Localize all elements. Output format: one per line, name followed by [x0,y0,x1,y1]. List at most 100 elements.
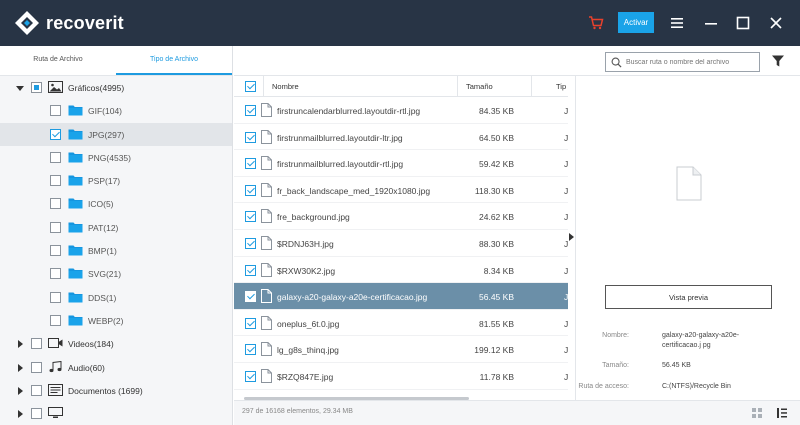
file-name: oneplus_6t.0.jpg [277,318,340,329]
file-icon [261,103,272,117]
filter-icon[interactable] [771,54,785,68]
table-row[interactable]: oneplus_6t.0.jpg 81.55 KB J [234,310,568,337]
tree-item[interactable]: PNG(4535) [0,146,232,169]
tree-item-checkbox[interactable] [31,361,42,373]
tree-item-label: WEBP(2) [88,315,124,326]
tree-item-checkbox[interactable] [50,128,61,140]
select-all-checkbox[interactable] [245,81,256,92]
tree-item[interactable]: WEBP(2) [0,309,232,332]
tree-item[interactable]: PAT(12) [0,216,232,239]
search-box[interactable] [605,52,760,72]
tree-item[interactable]: BMP(1) [0,239,232,262]
collapse-arrow-icon[interactable] [569,233,574,241]
table-row[interactable]: $RXW30K2.jpg 8.34 KB J [234,257,568,284]
row-checkbox[interactable] [245,105,256,116]
tree-item-checkbox[interactable] [50,198,61,210]
grid-view-icon[interactable] [751,407,763,419]
tree-item-checkbox[interactable] [50,245,61,257]
tree-item-checkbox[interactable] [50,314,61,326]
maximize-icon[interactable] [735,15,751,31]
meta-path-value: C:(NTFS)/Recycle Bin [662,383,731,390]
file-name: fr_back_landscape_med_1920x1080.jpg [277,185,431,196]
table-row[interactable]: galaxy-a20-galaxy-a20e-certificacao.jpg 5… [234,283,568,310]
tree-item[interactable]: SVG(21) [0,262,232,285]
row-checkbox[interactable] [245,158,256,170]
tree-item-checkbox[interactable] [50,291,61,303]
table-row[interactable]: firstruncalendarblurred.layoutdir-rtl.jp… [234,97,568,124]
preview-button[interactable]: Vista previa [605,285,772,309]
expand-arrow-icon[interactable] [16,410,24,419]
file-list-rows: firstruncalendarblurred.layoutdir-rtl.jp… [234,97,568,390]
file-size: 24.62 KB [479,212,514,223]
row-checkbox[interactable] [245,317,256,329]
close-icon[interactable] [768,15,784,31]
file-name: $RZQ847E.jpg [277,371,334,382]
tree-item[interactable]: JPG(297) [0,122,232,146]
sidebar-tabs: Ruta de Archivo Tipo de Archivo [0,46,232,76]
file-size: 88.30 KB [479,238,514,249]
list-view-icon[interactable] [776,407,788,419]
tree-item[interactable]: DDS(1) [0,286,232,309]
tree-item[interactable]: Videos(184) [0,332,232,355]
tree-item[interactable]: Documentos (1699) [0,379,232,402]
tree-item-label: Gráficos(4995) [68,83,125,93]
meta-name-label: Nombre: [602,332,629,339]
table-row[interactable]: $RZQ847E.jpg 11.78 KB J [234,363,568,390]
tree-item[interactable] [0,402,232,425]
row-checkbox[interactable] [245,237,256,249]
cart-icon[interactable] [588,15,604,31]
tab-file-path[interactable]: Ruta de Archivo [0,46,116,75]
folder-icon [68,104,83,116]
tree-item-checkbox[interactable] [31,338,42,350]
status-bar: 297 de 16168 elementos, 29.34 MB [234,400,800,425]
tree-item-checkbox[interactable] [31,82,42,93]
tree-item[interactable]: Audio(60) [0,356,232,379]
music-icon [48,360,63,373]
expand-arrow-icon[interactable] [16,340,24,349]
tree-item-checkbox[interactable] [31,408,42,420]
table-row[interactable]: firstrunmailblurred.layoutdir-ltr.jpg 64.… [234,124,568,151]
table-row[interactable]: firstrunmailblurred.layoutdir-rtl.jpg 59.… [234,150,568,177]
expand-arrow-icon[interactable] [16,386,24,395]
menu-icon[interactable] [669,15,685,31]
search-input[interactable] [626,56,756,68]
file-icon [261,368,272,383]
collapse-arrow-icon[interactable] [16,84,24,92]
row-checkbox[interactable] [245,131,256,143]
file-name: fre_background.jpg [277,212,350,223]
tree-item[interactable]: Gráficos(4995) [0,76,232,99]
minimize-icon[interactable] [703,15,719,31]
row-checkbox[interactable] [245,344,256,356]
activate-button[interactable]: Activar [618,12,654,33]
tree-item-checkbox[interactable] [50,151,61,163]
row-checkbox[interactable] [245,291,256,303]
row-checkbox[interactable] [245,370,256,382]
table-row[interactable]: lg_g8s_thinq.jpg 199.12 KB J [234,336,568,363]
column-header-size[interactable]: Tamaño [458,76,532,97]
monitor-icon [48,407,63,419]
table-row[interactable]: fre_background.jpg 24.62 KB J [234,203,568,230]
file-icon [261,262,272,277]
file-icon [261,156,272,171]
tree-item-checkbox[interactable] [50,175,61,187]
table-row[interactable]: fr_back_landscape_med_1920x1080.jpg 118.3… [234,177,568,204]
tree-item-checkbox[interactable] [50,268,61,280]
folder-icon [68,151,83,163]
table-row[interactable]: $RDNJ63H.jpg 88.30 KB J [234,230,568,257]
tree-item[interactable]: ICO(5) [0,192,232,215]
tab-file-type[interactable]: Tipo de Archivo [116,46,232,75]
file-icon [261,182,272,197]
column-header-type[interactable]: Tip [532,76,568,97]
tree-item-checkbox[interactable] [31,384,42,396]
tree-item-checkbox[interactable] [50,105,61,117]
row-checkbox[interactable] [245,211,256,223]
tree-item[interactable]: PSP(17) [0,169,232,192]
app-name: recoverit [46,12,124,33]
tree-item[interactable]: GIF(104) [0,99,232,122]
tree-item-checkbox[interactable] [50,221,61,233]
expand-arrow-icon[interactable] [16,363,24,372]
row-checkbox[interactable] [245,264,256,276]
column-header-name[interactable]: Nombre [264,76,458,97]
folder-icon [68,267,83,279]
row-checkbox[interactable] [245,184,256,196]
